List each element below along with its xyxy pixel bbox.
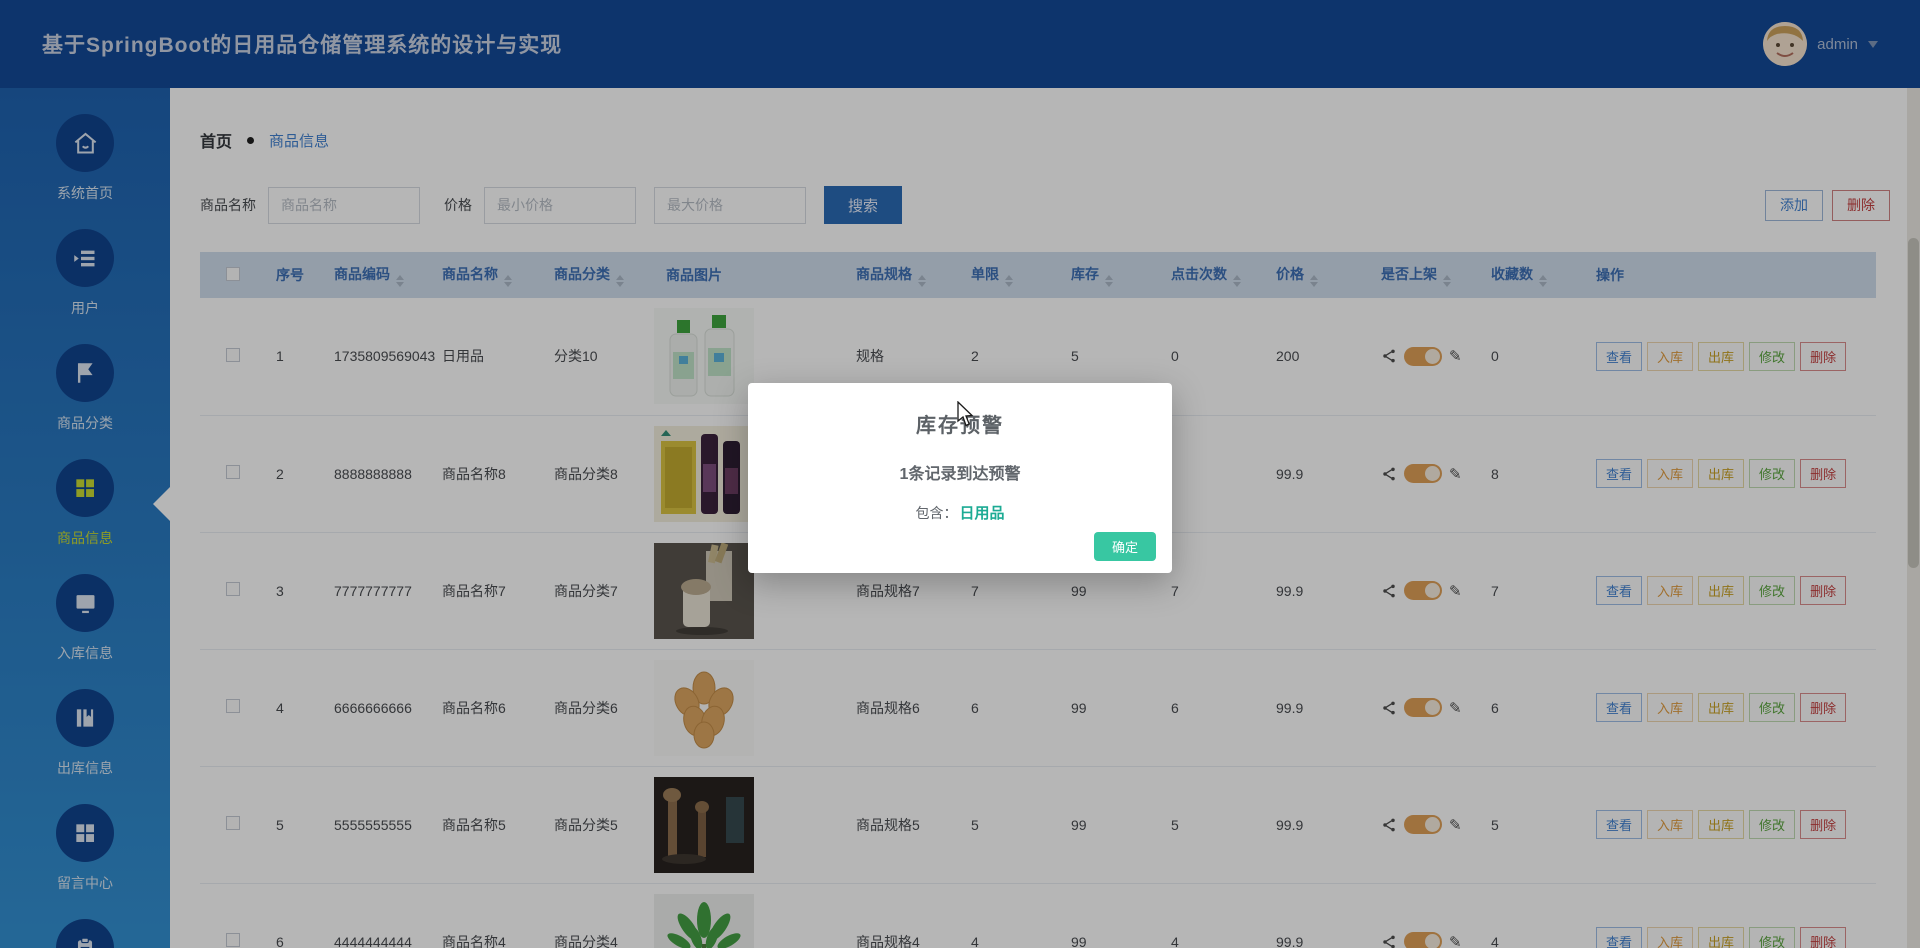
stock-warning-modal: 库存预警 1条记录到达预警 包含： 日用品 确定: [748, 383, 1172, 573]
modal-message: 1条记录到达预警: [899, 466, 1021, 483]
confirm-button[interactable]: 确定: [1094, 532, 1156, 561]
modal-contains: 包含： 日用品: [748, 502, 1172, 523]
app: 基于SpringBoot的日用品仓储管理系统的设计与实现 admin 系统首页用…: [0, 0, 1920, 948]
modal-contains-label: 包含：: [915, 505, 958, 521]
modal-title: 库存预警: [916, 415, 1004, 437]
modal-contains-value: 日用品: [959, 505, 1005, 522]
